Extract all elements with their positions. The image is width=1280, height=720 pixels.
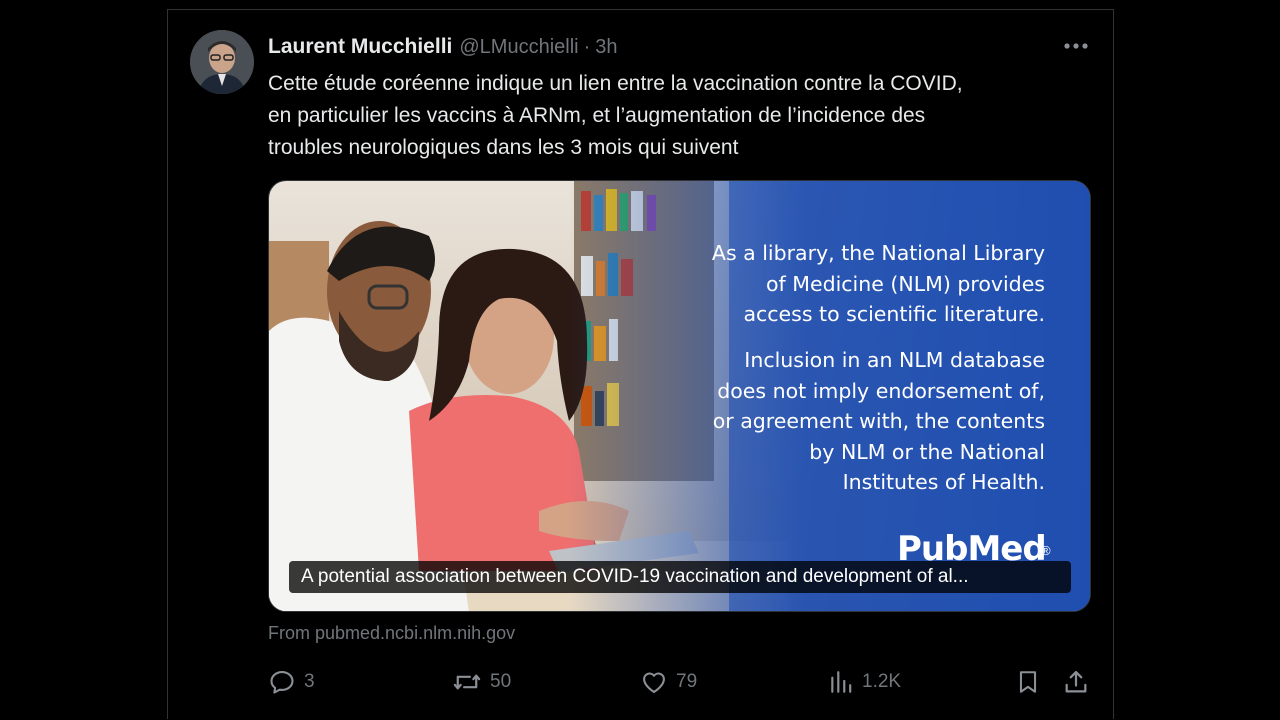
banner-line: by NLM or the National — [809, 439, 1045, 464]
banner-line: or agreement with, the contents — [712, 409, 1045, 433]
reply-icon — [270, 671, 294, 694]
banner-line: access to scientific literature. — [743, 302, 1045, 326]
tweet-timestamp[interactable]: 3h — [595, 36, 617, 59]
bookmark-icon — [1019, 671, 1037, 693]
like-count: 79 — [676, 671, 698, 692]
more-button[interactable] — [1060, 33, 1092, 59]
views-button[interactable]: 1.2K — [828, 667, 901, 697]
tweet-header: Laurent Mucchielli @LMucchielli · 3h — [268, 34, 618, 60]
banner-text-1: As a library, the National Library of Me… — [712, 238, 1045, 330]
like-button[interactable]: 79 — [640, 667, 697, 697]
repost-button[interactable]: 50 — [452, 667, 511, 697]
tweet-text: Cette étude coréenne indique un lien ent… — [268, 68, 1098, 164]
banner-line: Institutes of Health. — [842, 470, 1045, 494]
views-count: 1.2K — [862, 671, 902, 692]
share-button[interactable] — [1062, 667, 1090, 697]
banner-line: As a library, the National Library — [711, 241, 1045, 265]
heart-icon — [643, 672, 665, 693]
avatar[interactable] — [190, 30, 254, 94]
banner-text-2: Inclusion in an NLM database does not im… — [713, 345, 1045, 498]
link-card[interactable]: As a library, the National Library of Me… — [268, 180, 1091, 612]
more-icon — [1064, 43, 1088, 49]
banner-line: Inclusion in an NLM database — [744, 348, 1045, 372]
tweet-text-line: en particulier les vaccins à ARNm, et l’… — [268, 104, 926, 127]
tweet-text-line: Cette étude coréenne indique un lien ent… — [268, 72, 963, 95]
pubmed-registered-mark: ® — [1041, 543, 1051, 558]
share-icon — [1065, 670, 1087, 693]
repost-count: 50 — [490, 671, 512, 692]
reply-count: 3 — [304, 671, 315, 692]
avatar-image — [190, 30, 254, 94]
card-caption: A potential association between COVID-19… — [289, 561, 1071, 593]
card-source[interactable]: From pubmed.ncbi.nlm.nih.gov — [268, 621, 515, 645]
header-separator: · — [583, 35, 591, 58]
banner-line: of Medicine (NLM) provides — [766, 271, 1045, 296]
author-handle[interactable]: @LMucchielli — [459, 36, 578, 59]
tweet-text-line: troubles neurologiques dans les 3 mois q… — [268, 136, 739, 159]
author-name[interactable]: Laurent Mucchielli — [268, 35, 452, 59]
banner-line: does not imply endorsement of, — [717, 378, 1045, 403]
views-icon — [831, 671, 852, 693]
bookmark-button[interactable] — [1015, 667, 1041, 697]
repost-icon — [453, 674, 481, 690]
reply-button[interactable]: 3 — [268, 667, 315, 697]
